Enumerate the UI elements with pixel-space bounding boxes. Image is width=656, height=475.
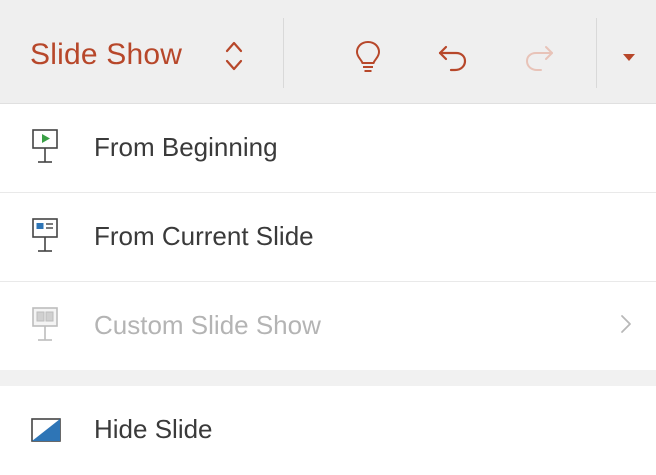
undo-icon[interactable]	[436, 38, 470, 81]
toolbar-separator	[596, 18, 597, 88]
toolbar-separator	[283, 18, 284, 88]
hide-slide-icon	[30, 416, 62, 449]
menu-item-from-current-slide[interactable]: From Current Slide	[0, 193, 656, 282]
ribbon-toolbar: Slide Show	[0, 0, 656, 104]
menu-item-label: Hide Slide	[94, 414, 213, 444]
lightbulb-icon[interactable]	[352, 38, 384, 81]
chevron-right-icon	[620, 314, 632, 339]
redo-icon	[522, 38, 556, 81]
tab-title-slide-show[interactable]: Slide Show	[30, 38, 182, 72]
menu-item-label: From Current Slide	[94, 221, 314, 251]
menu-item-custom-slide-show: Custom Slide Show	[0, 282, 656, 371]
menu-item-label: From Beginning	[94, 132, 278, 162]
menu-group-separator	[0, 370, 656, 386]
play-from-beginning-icon	[30, 128, 60, 173]
menu-item-hide-slide[interactable]: Hide Slide	[0, 386, 656, 475]
menu-item-label: Custom Slide Show	[94, 310, 321, 340]
menu-item-from-beginning[interactable]: From Beginning	[0, 104, 656, 193]
dropdown-triangle-icon[interactable]	[621, 50, 637, 68]
up-down-chevron-icon[interactable]	[222, 38, 246, 74]
custom-show-icon	[30, 306, 60, 351]
present-from-current-icon	[30, 217, 60, 262]
